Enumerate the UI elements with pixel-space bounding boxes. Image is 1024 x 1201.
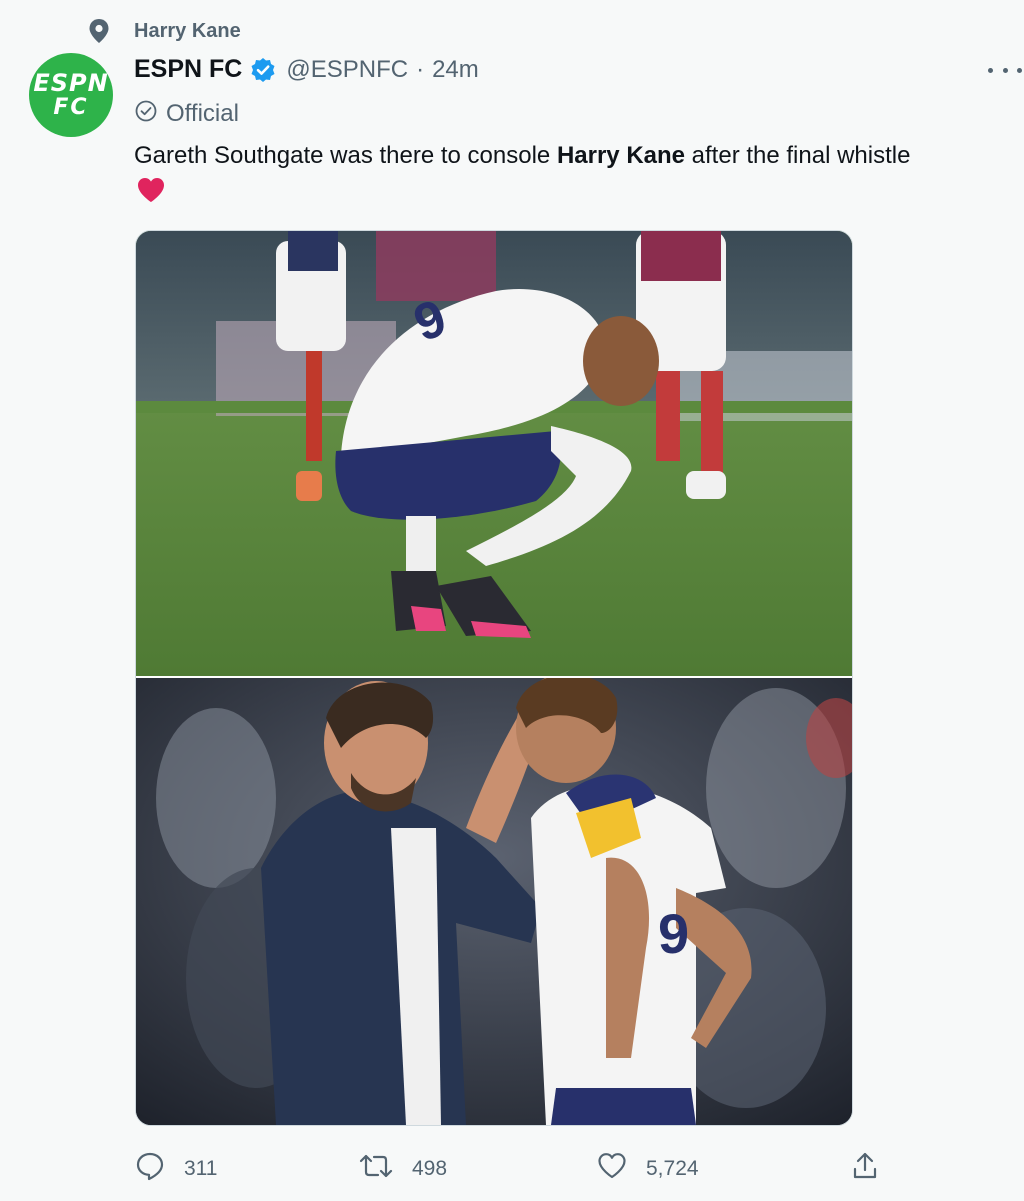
tweet-header: ESPN FC @ESPNFC · 24m bbox=[134, 55, 479, 84]
retweet-action[interactable]: 498 bbox=[358, 1150, 447, 1187]
tweet-text: Gareth Southgate was there to console Ha… bbox=[134, 140, 1004, 172]
official-check-icon bbox=[134, 99, 158, 128]
photo-southgate-consoling[interactable]: 9 bbox=[136, 678, 852, 1125]
reply-action[interactable]: 311 bbox=[134, 1150, 217, 1187]
social-context: Harry Kane bbox=[88, 18, 241, 44]
tweet-card[interactable]: Harry Kane ESPN FC ESPN FC @ESPNFC · 24m… bbox=[0, 0, 1024, 1201]
avatar-text-fc: FC bbox=[53, 95, 89, 120]
official-label-row: Official bbox=[134, 99, 239, 128]
share-icon[interactable] bbox=[850, 1150, 880, 1187]
tweet-text-part2: after the final whistle bbox=[685, 142, 911, 169]
official-label: Official bbox=[166, 99, 239, 127]
like-action[interactable]: 5,724 bbox=[596, 1150, 699, 1187]
retweet-icon[interactable] bbox=[358, 1150, 394, 1187]
share-action[interactable] bbox=[850, 1150, 880, 1187]
tweet-text-mention[interactable]: Harry Kane bbox=[557, 142, 685, 169]
separator-dot: · bbox=[416, 55, 425, 83]
social-context-label[interactable]: Harry Kane bbox=[134, 20, 241, 43]
verified-badge-icon bbox=[250, 57, 276, 83]
tweet-media[interactable]: 9 9 bbox=[135, 230, 853, 1126]
photo-kane-crouching[interactable]: 9 bbox=[136, 231, 852, 676]
reply-count: 311 bbox=[184, 1156, 218, 1180]
red-heart-emoji-icon bbox=[136, 176, 166, 209]
reply-icon[interactable] bbox=[134, 1150, 166, 1187]
avatar-text-espn: ESPN bbox=[33, 69, 109, 97]
author-handle[interactable]: @ESPNFC bbox=[286, 56, 408, 84]
tweet-text-part1: Gareth Southgate was there to console bbox=[134, 142, 557, 169]
tweet-actions: 311 498 5,724 bbox=[134, 1150, 884, 1184]
tweet-timestamp[interactable]: 24m bbox=[432, 56, 479, 84]
more-options-icon[interactable] bbox=[988, 60, 1022, 80]
author-name[interactable]: ESPN FC bbox=[134, 55, 242, 84]
retweet-count: 498 bbox=[412, 1156, 448, 1180]
topic-pin-icon bbox=[88, 18, 110, 44]
avatar[interactable]: ESPN FC bbox=[29, 53, 113, 137]
like-count: 5,724 bbox=[646, 1156, 699, 1180]
svg-text:9: 9 bbox=[658, 902, 689, 965]
like-icon[interactable] bbox=[596, 1150, 628, 1187]
